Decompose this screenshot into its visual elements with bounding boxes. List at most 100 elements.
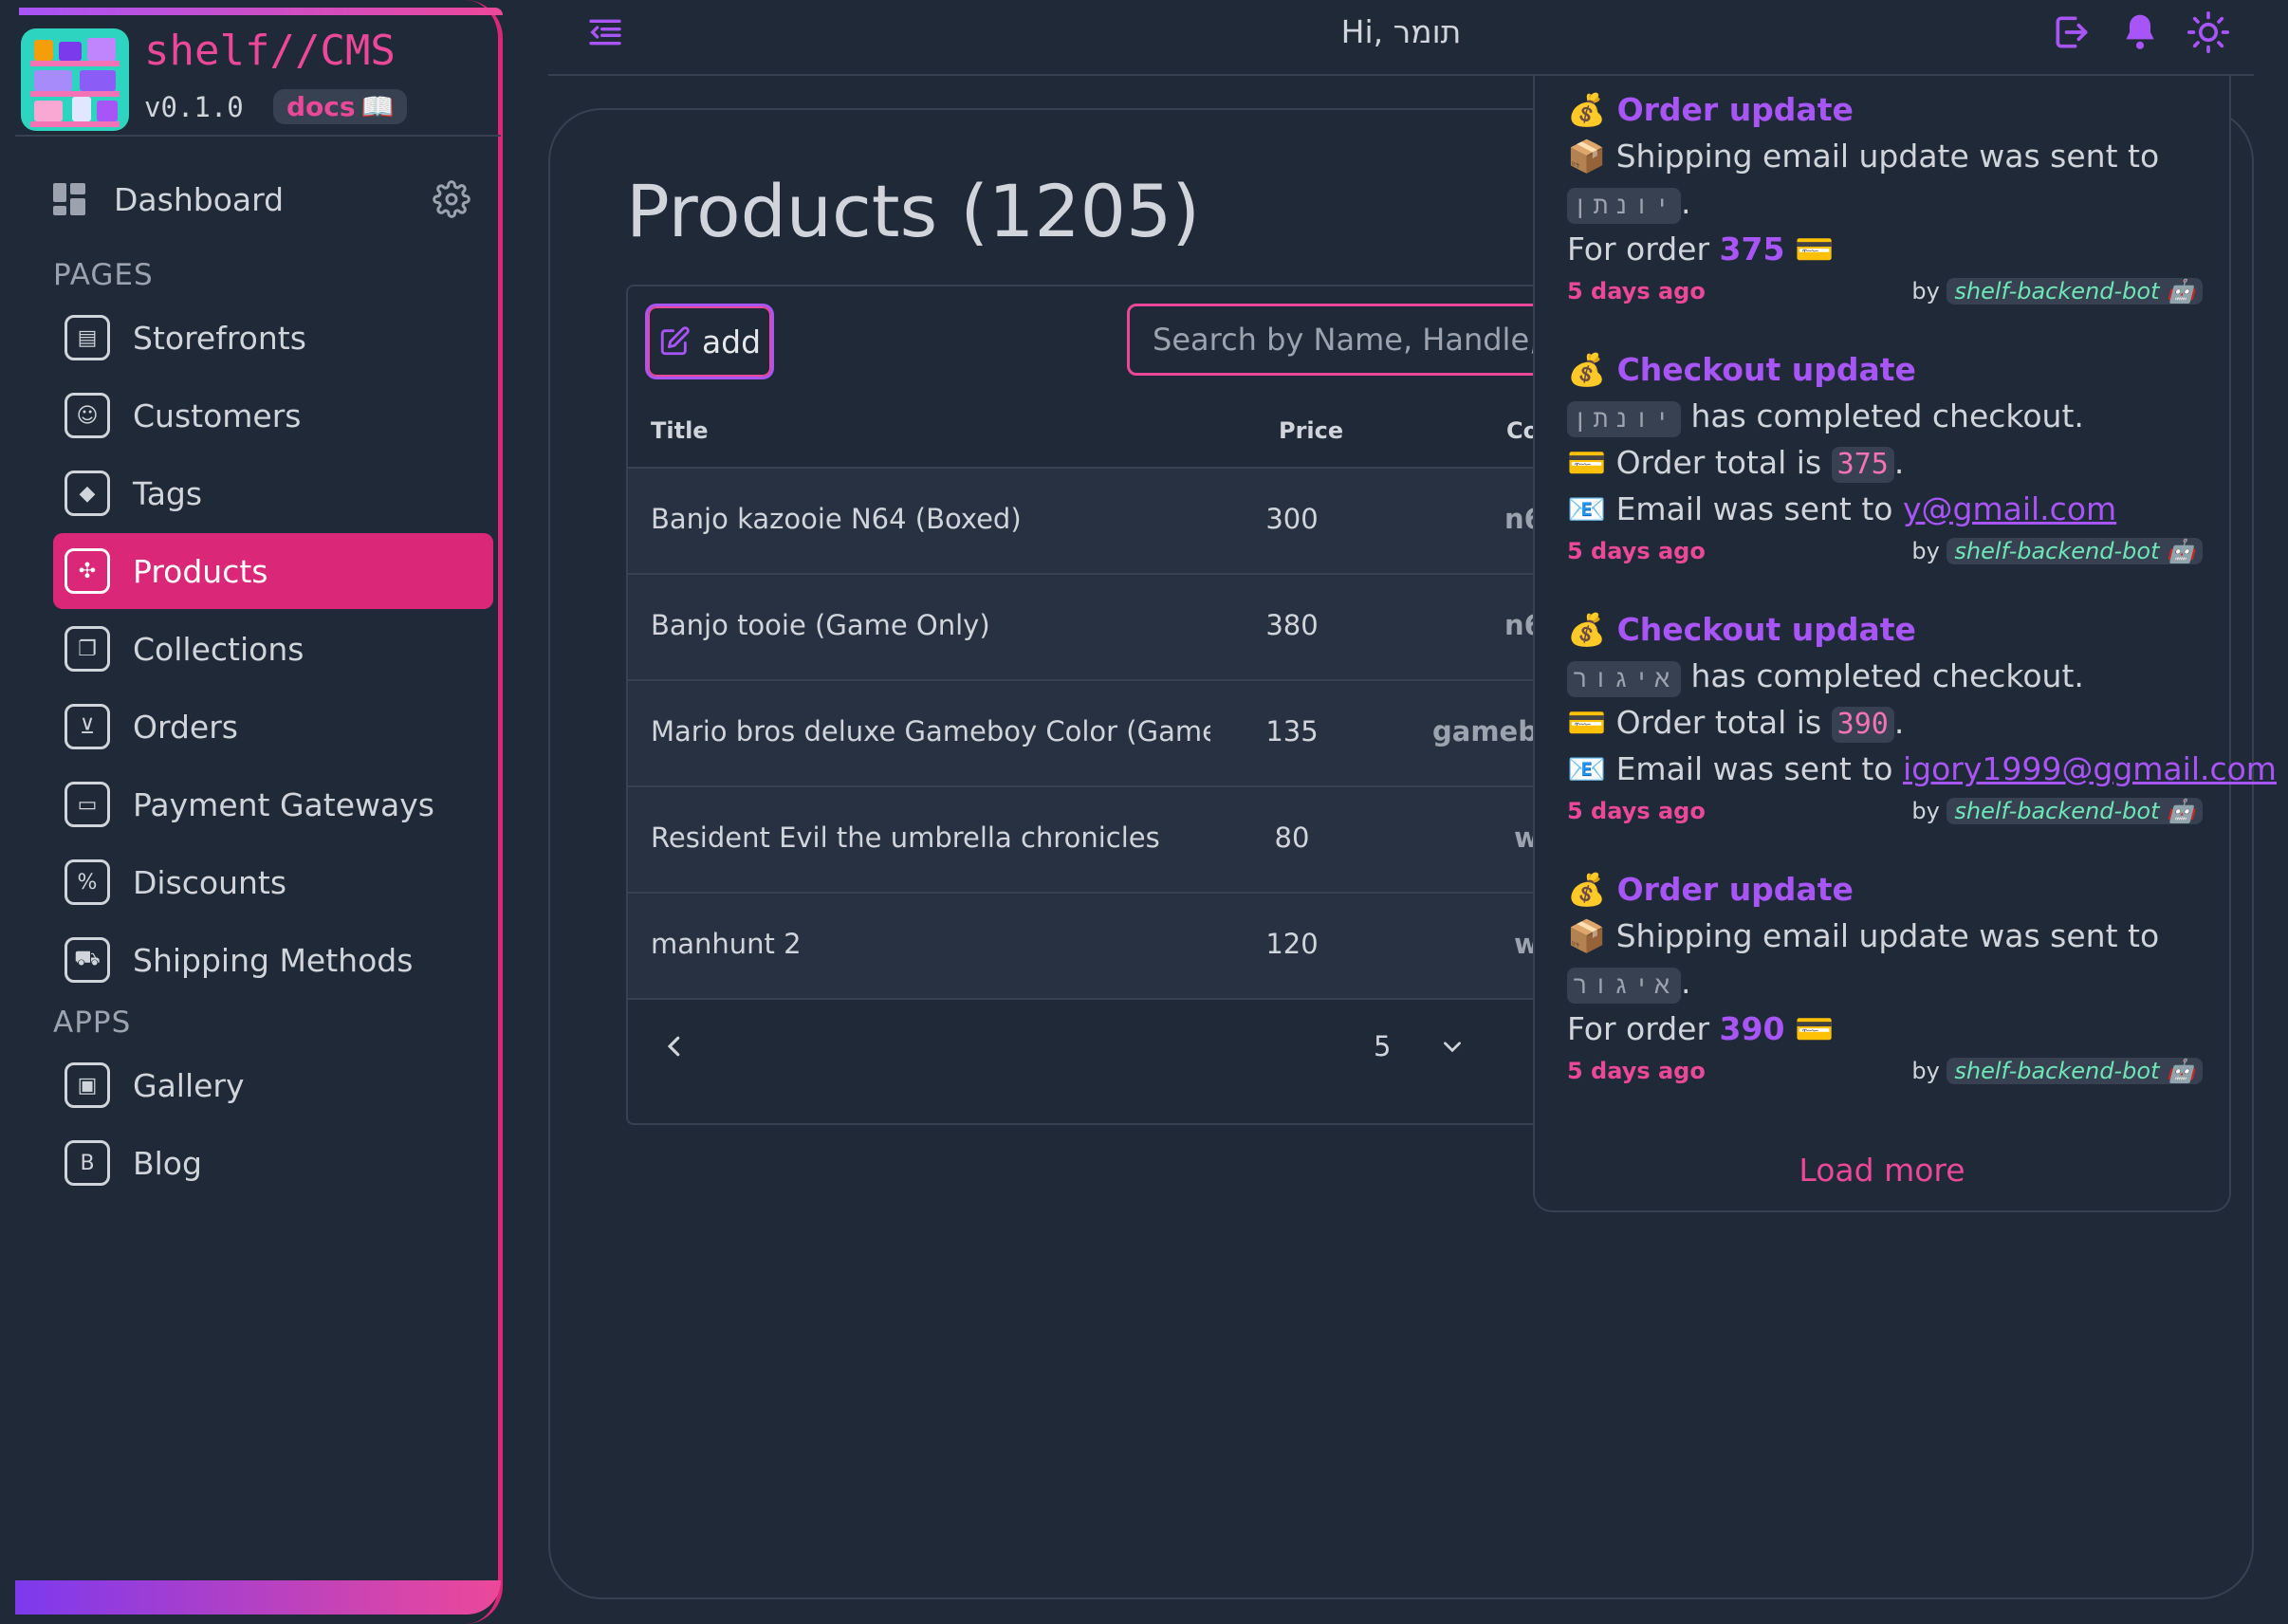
product-title: Banjo kazooie N64 (Boxed) [651,503,1022,535]
edit-icon [660,326,690,356]
product-title: Resident Evil the umbrella chronicles [651,821,1160,854]
notification-time: 5 days ago [1567,538,1706,564]
product-price: 135 [1265,715,1319,747]
notification-title-text: Order update [1616,871,1854,908]
table-row[interactable]: Resident Evil the umbrella chronicles 80… [628,787,1573,894]
sidebar-item-gallery[interactable]: ▣ Gallery [53,1047,493,1123]
sidebar-item-storefronts[interactable]: ▤ Storefronts [53,300,493,376]
table-row[interactable]: Banjo kazooie N64 (Boxed) 300 n6 [628,469,1573,575]
add-button-label: add [701,323,762,360]
page-title: Products (1205) [626,169,1201,253]
logo-item [87,38,116,61]
product-price: 380 [1265,609,1319,641]
page-size-select[interactable]: 5 [1374,1030,1391,1062]
notification-title-text: Checkout update [1616,611,1916,648]
sidebar-item-payment-gateways[interactable]: ▭ Payment Gateways [53,766,493,842]
collections-icon: ❐ [65,626,110,672]
sidebar-item-label: Storefronts [133,319,306,357]
product-price: 120 [1265,928,1319,960]
docs-link[interactable]: docs 📖 [273,89,408,124]
top-header: Hi, תומר [548,0,2254,76]
money-bag-icon: 💰 [1567,871,1607,908]
logout-icon[interactable] [2051,11,2093,53]
notification-author: by shelf-backend-bot 🤖 [1911,1058,2203,1084]
product-title: Mario bros deluxe Gameboy Color (Game On… [651,715,1210,747]
table-row[interactable]: Mario bros deluxe Gameboy Color (Game On… [628,681,1573,787]
order-prefix: For order [1567,1010,1710,1047]
settings-gear-icon[interactable] [433,180,471,218]
sidebar-bottom-accent [15,1580,501,1615]
product-price: 80 [1274,821,1310,854]
sidebar-item-products[interactable]: ✣ Products [53,533,493,609]
search-input[interactable] [1127,304,1573,376]
sidebar-item-label: Gallery [133,1066,245,1104]
tag-icon: ◆ [65,471,110,516]
brand-name: shelf//CMS [144,27,396,75]
bell-icon[interactable] [2119,11,2161,53]
user-greeting: Hi, תומר [1340,13,1462,50]
sidebar-top-accent [19,8,503,15]
bot-badge: shelf-backend-bot 🤖 [1947,538,2203,564]
sidebar-item-label: Discounts [133,863,287,901]
sidebar-item-blog[interactable]: B Blog [53,1125,493,1201]
notification-line: For order 390 💳 [1567,1006,2203,1052]
credit-card-icon: ▭ [65,782,110,827]
order-number: 390 [1719,1010,1785,1047]
bot-badge: shelf-backend-bot 🤖 [1947,278,2203,304]
notification-line: 📦 Shipping email update was sent to [1567,138,2160,175]
order-total: 375 [1831,447,1894,483]
sidebar-item-tags[interactable]: ◆ Tags [53,455,493,531]
table-row[interactable]: Banjo tooie (Game Only) 380 n6 [628,575,1573,681]
sun-theme-icon[interactable] [2187,11,2229,53]
notification-line: יונתן. [1567,179,2203,226]
load-more-button[interactable]: Load more [1535,1152,2229,1189]
credit-card-emoji-icon: 💳 [1794,1010,1835,1047]
discount-icon: % [65,859,110,905]
email-link[interactable]: igory1999@ggmail.com [1903,750,2277,787]
sidebar-item-discounts[interactable]: % Discounts [53,844,493,920]
user-icon: ☺ [65,393,110,438]
notification-title: 💰 Checkout update [1567,607,2203,653]
notification-time: 5 days ago [1567,798,1706,824]
notification-line: איגור has completed checkout. [1567,653,2203,699]
logo-item [80,70,116,91]
storefront-icon: ▤ [65,315,110,360]
products-table: add Title Price Co Banjo kazooie N64 (Bo… [626,285,1575,1125]
customer-name: איגור [1567,968,1682,1004]
notification-meta: 5 days ago by shelf-backend-bot 🤖 [1567,534,2203,572]
money-bag-icon: 💰 [1567,351,1607,388]
dashboard-icon [53,183,85,215]
shelf-logo[interactable] [21,28,129,131]
sidebar-item-shipping-methods[interactable]: ⛟ Shipping Methods [53,922,493,998]
column-header-price[interactable]: Price [1279,417,1343,444]
sidebar-item-label: Payment Gateways [133,785,434,823]
notification-line: יונתן has completed checkout. [1567,393,2203,439]
truck-icon: ⛟ [65,937,110,983]
email-link[interactable]: y@gmail.com [1903,490,2116,527]
logo-shelf [30,121,120,127]
gallery-icon: ▣ [65,1062,110,1108]
sidebar-item-orders[interactable]: ⊻ Orders [53,689,493,765]
notification-meta: 5 days ago by shelf-backend-bot 🤖 [1567,794,2203,832]
notification-meta: 5 days ago by shelf-backend-bot 🤖 [1567,1054,2203,1092]
table-row[interactable]: manhunt 2 120 w [628,894,1573,1000]
notification-time: 5 days ago [1567,1058,1706,1084]
bot-badge: shelf-backend-bot 🤖 [1947,1058,2203,1084]
product-price: 300 [1265,503,1319,535]
notification-author: by shelf-backend-bot 🤖 [1911,278,2203,304]
sidebar-item-customers[interactable]: ☺ Customers [53,378,493,453]
notification-line: 📧 Email was sent to igory1999@ggmail.com [1567,750,2277,787]
notification-line: 📧 Email was sent to y@gmail.com [1567,490,2117,527]
chevron-left-icon[interactable] [660,1032,689,1061]
logo-item [97,101,118,121]
notification-title: 💰 Order update [1567,867,2203,913]
add-product-button[interactable]: add [645,304,774,379]
notification-line: 📦 Shipping email update was sent to [1567,917,2160,954]
brand-version: v0.1.0 [144,91,244,123]
sidebar-item-collections[interactable]: ❐ Collections [53,611,493,687]
chevron-down-icon[interactable] [1440,1034,1465,1059]
sidebar-item-label: Tags [133,474,203,512]
sidebar-item-dashboard[interactable]: Dashboard [53,176,471,222]
column-header-title[interactable]: Title [651,417,709,444]
notifications-panel: 💰 Order update 📦 Shipping email update w… [1533,76,2277,1212]
